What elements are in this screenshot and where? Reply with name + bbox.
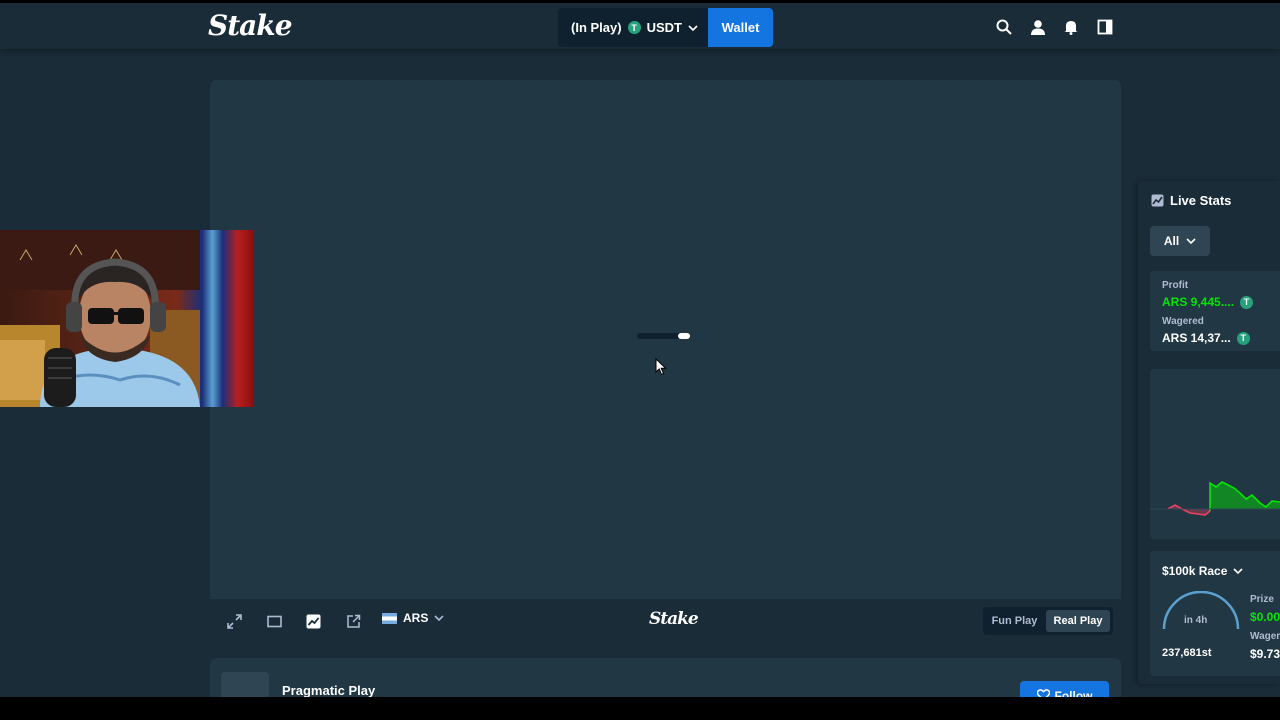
live-stats-title: Live Stats [1170,193,1232,208]
display-currency-label: ARS [403,611,429,625]
loading-dot [678,333,690,339]
live-stats-icon[interactable] [303,611,323,631]
chevron-down-icon [1233,568,1243,575]
race-widget: $100k Race in 4h 237,681st Prize $0.00 W… [1150,551,1280,676]
provider-bar: Pragmatic Play Follow [210,658,1121,697]
race-prize-label: Prize [1250,594,1274,605]
tether-icon: T [1236,331,1250,345]
streamer-image [0,230,200,407]
top-bar: Stake (In Play) T USDT Wallet [0,3,1280,49]
bell-icon[interactable] [1062,18,1080,36]
race-wagered-value: $9.73 [1250,647,1280,661]
wagered-value: ARS 14,37... T [1162,331,1250,345]
stake-logo[interactable]: Stake [208,9,293,42]
game-frame[interactable] [210,80,1121,599]
profit-chart [1150,369,1280,539]
provider-name[interactable]: Pragmatic Play [282,683,375,697]
wallet-button[interactable]: Wallet [708,8,773,47]
stats-filter-label: All [1163,234,1180,248]
webcam-overlay [0,230,253,407]
race-rank: 237,681st [1162,647,1212,659]
race-selector[interactable]: $100k Race [1162,564,1243,578]
stats-filter-dropdown[interactable]: All [1150,226,1210,256]
race-prize-value: $0.00 [1250,610,1280,624]
wagered-amount: ARS 14,37... [1162,331,1231,345]
chevron-down-icon [434,615,444,622]
wagered-label: Wagered [1162,316,1204,327]
play-mode-switch: Fun Play Real Play [983,607,1113,635]
search-icon[interactable] [995,18,1013,36]
game-controls-bar: ARS Stake Fun Play Real Play [210,599,1121,643]
fullscreen-icon[interactable] [224,611,244,631]
stats-summary: Profit ARS 9,445.... T Wagered ARS 14,37… [1150,271,1280,351]
chart-icon [1151,194,1164,207]
balance-selector[interactable]: (In Play) T USDT [558,8,708,47]
chevron-down-icon [1186,238,1196,245]
mouse-cursor-icon [655,358,667,376]
balance-label: (In Play) [571,20,622,35]
profit-label: Profit [1162,280,1189,291]
tether-icon: T [1240,295,1254,309]
live-stats-panel: Live Stats All Profit ARS 9,445.... T Wa… [1138,181,1280,684]
real-play-button[interactable]: Real Play [1046,610,1110,632]
sidebar-toggle-icon[interactable] [1096,18,1114,36]
race-title: $100k Race [1162,564,1228,578]
chevron-down-icon [688,24,698,31]
follow-label: Follow [1054,689,1093,697]
heart-icon [1036,689,1050,697]
popout-icon[interactable] [343,611,363,631]
theatre-mode-icon[interactable] [264,611,284,631]
profit-chart-graph [1150,481,1280,516]
live-stats-header[interactable]: Live Stats [1151,193,1231,208]
balance-currency: USDT [646,20,682,35]
page: Stake (In Play) T USDT Wallet ARS Stake … [0,3,1280,697]
tether-icon: T [627,21,641,34]
display-currency-selector[interactable]: ARS [382,611,444,625]
race-time-left: in 4h [1184,615,1208,626]
profit-amount: ARS 9,445.... [1162,295,1235,309]
follow-button[interactable]: Follow [1020,681,1109,697]
race-wagered-label: Wager [1250,631,1280,642]
user-icon[interactable] [1029,18,1047,36]
loading-indicator [637,333,690,339]
provider-logo[interactable] [221,672,269,697]
argentina-flag-icon [382,612,397,624]
fun-play-button[interactable]: Fun Play [986,610,1043,632]
stake-watermark-logo: Stake [649,609,699,629]
profit-value: ARS 9,445.... T [1162,295,1254,309]
